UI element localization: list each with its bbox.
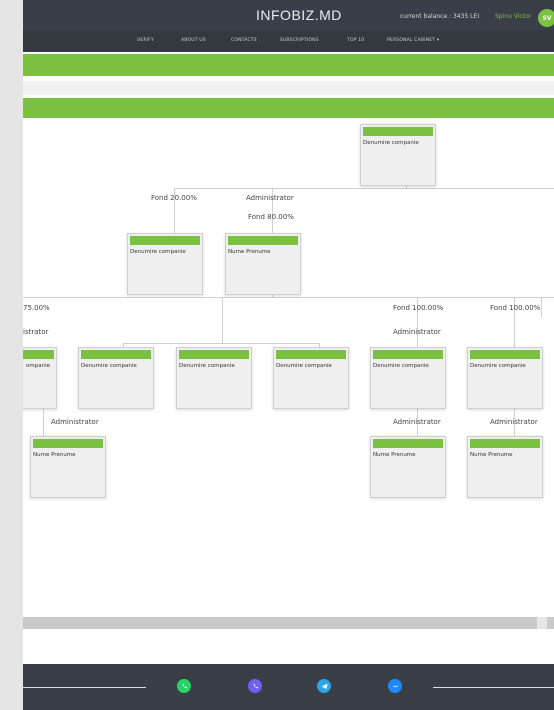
footer-divider (23, 687, 146, 688)
share-label: Fond 100.00% (490, 304, 541, 312)
nav-personal-cabinet[interactable]: PERSONAL CABINET ▾ (387, 38, 439, 43)
share-label: Fond 20.00% (151, 194, 197, 202)
node-label: Denumire companie (179, 363, 235, 369)
share-label: Fond 80.00% (248, 213, 294, 221)
node-header-bar (23, 350, 54, 359)
node-header-bar (373, 439, 443, 448)
role-label: Administrator (490, 418, 538, 426)
node-label: Nume Prenume (33, 452, 76, 458)
scrollbar-thumb[interactable] (537, 617, 547, 629)
node-header-bar (470, 439, 540, 448)
org-node-person[interactable]: Nume Prenume (467, 436, 543, 498)
node-label: Denumire companie (276, 363, 332, 369)
horizontal-scrollbar[interactable] (23, 617, 554, 629)
nav-verify[interactable]: VERIFY (137, 38, 154, 43)
org-node-person[interactable]: Nume Prenume (225, 233, 301, 295)
main-nav: VERIFY ABOUT US CONTACTS SUBSCRIPTIONS T… (23, 30, 554, 52)
org-node-company[interactable]: ompanie (23, 347, 57, 409)
node-header-bar (470, 350, 540, 359)
gray-band (23, 81, 554, 95)
nav-about-us[interactable]: ABOUT US (181, 38, 206, 43)
nav-top-10[interactable]: TOP 10 (347, 38, 364, 43)
node-label: Nume Prenume (373, 452, 416, 458)
whatsapp-icon[interactable] (177, 679, 191, 693)
node-label: Denumire companie (363, 140, 419, 146)
node-header-bar (276, 350, 346, 359)
org-node-company[interactable]: Denumire companie (78, 347, 154, 409)
page: INFOBIZ.MD current balance : 3435 LEI Sp… (23, 0, 554, 710)
green-band-top (23, 54, 554, 76)
current-balance: current balance : 3435 LEI (400, 13, 480, 20)
node-header-bar (33, 439, 103, 448)
node-header-bar (363, 127, 433, 136)
node-label: Denumire companie (81, 363, 137, 369)
node-header-bar (130, 236, 200, 245)
telegram-icon[interactable] (317, 679, 331, 693)
org-node-company[interactable]: Denumire companie (370, 347, 446, 409)
user-name-link[interactable]: Spinu Victor (495, 13, 531, 20)
left-margin (0, 0, 23, 710)
org-node-person[interactable]: Nume Prenume (370, 436, 446, 498)
site-logo[interactable]: INFOBIZ.MD (256, 7, 342, 23)
green-band-second (23, 98, 554, 118)
org-node-company[interactable]: Denumire companie (176, 347, 252, 409)
node-label: ompanie (26, 363, 50, 369)
role-label: Administrator (393, 418, 441, 426)
node-label: Denumire companie (130, 249, 186, 255)
messenger-icon[interactable] (388, 679, 402, 693)
node-header-bar (81, 350, 151, 359)
nav-contacts[interactable]: CONTACTS (231, 38, 257, 43)
node-label: Denumire companie (373, 363, 429, 369)
role-label: Administrator (393, 328, 441, 336)
node-header-bar (373, 350, 443, 359)
top-header: INFOBIZ.MD current balance : 3435 LEI Sp… (23, 0, 554, 30)
org-node-top[interactable]: Denumire companie (360, 124, 436, 186)
node-label: Nume Prenume (470, 452, 513, 458)
role-label: Administrator (51, 418, 99, 426)
node-label: Nume Prenume (228, 249, 271, 255)
avatar[interactable]: SV (538, 9, 554, 27)
node-label: Denumire companie (470, 363, 526, 369)
share-label: Fond 100.00% (393, 304, 444, 312)
org-node-company[interactable]: Denumire companie (273, 347, 349, 409)
org-node-company[interactable]: Denumire companie (127, 233, 203, 295)
role-label: Administrator (246, 194, 294, 202)
role-label: istrator (23, 328, 49, 336)
org-node-company[interactable]: Denumire companie (467, 347, 543, 409)
node-header-bar (228, 236, 298, 245)
nav-subscriptions[interactable]: SUBSCRIPTIONS (280, 38, 319, 43)
node-header-bar (179, 350, 249, 359)
org-node-person[interactable]: Nume Prenume (30, 436, 106, 498)
share-label: 75.00% (23, 304, 50, 312)
viber-icon[interactable] (248, 679, 262, 693)
footer-divider (433, 687, 554, 688)
